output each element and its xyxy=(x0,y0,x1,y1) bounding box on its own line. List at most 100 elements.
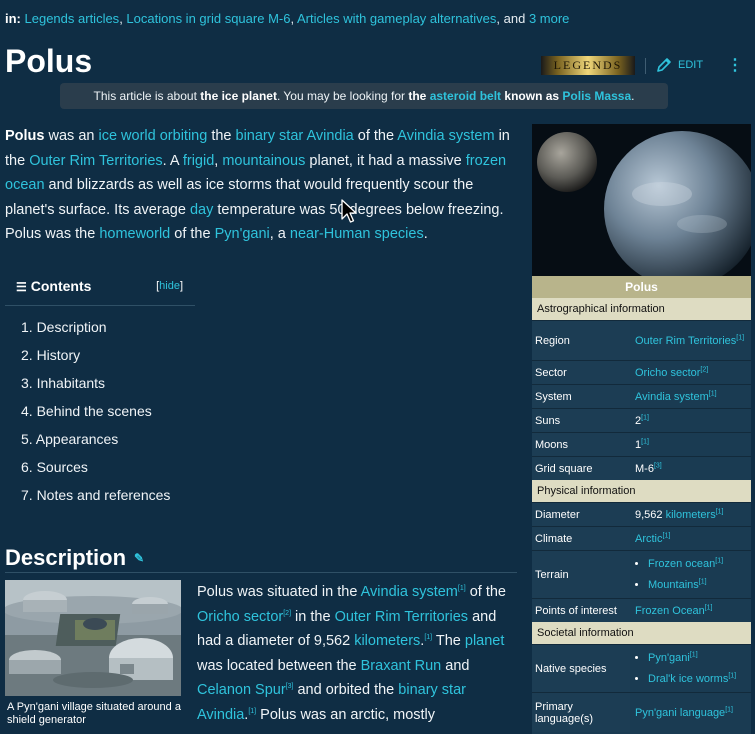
citation-link[interactable]: [1] xyxy=(728,672,736,679)
citation-link[interactable]: [1] xyxy=(715,557,723,564)
planet-artwork xyxy=(532,124,751,276)
infobox-row-value: Frozen Ocean[1] xyxy=(630,599,751,622)
citation-link[interactable]: [1] xyxy=(248,708,256,715)
toc-title: Contents xyxy=(30,278,92,294)
text-run: Polus was an arctic, mostly xyxy=(256,706,436,723)
toc-item-sources[interactable]: 6. Sources xyxy=(21,458,195,486)
citation-link[interactable]: [1] xyxy=(705,604,713,611)
citation-link[interactable]: [1] xyxy=(736,334,744,341)
citation-link[interactable]: [2] xyxy=(283,610,291,617)
hatnote: This article is about the ice planet. Yo… xyxy=(60,83,668,109)
infobox-value-link[interactable]: Frozen ocean xyxy=(648,558,715,570)
infobox-value-list: Pyn'gani[1]Dral'k ice worms[1] xyxy=(635,648,751,690)
article-link[interactable]: homeworld xyxy=(99,226,170,242)
article-link[interactable]: Avindia system xyxy=(397,128,494,144)
article-link[interactable]: Outer Rim Territories xyxy=(29,153,162,169)
hatnote-link-asteroid-belt[interactable]: asteroid belt xyxy=(430,89,501,103)
infobox-list-item: Pyn'gani[1] xyxy=(648,648,751,669)
infobox-row-value: Pyn'gani[1]Dral'k ice worms[1] xyxy=(630,645,751,692)
category-link-grid[interactable]: Locations in grid square M-6 xyxy=(126,11,290,26)
section-edit-pencil-icon[interactable]: ✎ xyxy=(134,551,144,565)
toc-item-behind-the-scenes[interactable]: 4. Behind the scenes xyxy=(21,402,195,430)
article-link[interactable]: near-Human species xyxy=(290,226,424,242)
citation-link[interactable]: [1] xyxy=(716,508,724,515)
article-link[interactable]: binary star xyxy=(236,128,304,144)
infobox-planet-image[interactable] xyxy=(532,124,751,276)
infobox-row-label: Moons xyxy=(532,433,630,456)
infobox-value-list: Frozen ocean[1]Mountains[1] xyxy=(635,554,751,596)
infobox-row-label: System xyxy=(532,385,630,408)
text-run: and orbited the xyxy=(293,682,399,698)
article-link[interactable]: planet xyxy=(465,633,505,649)
article-link[interactable]: Braxant Run xyxy=(361,658,442,674)
infobox-row: Sector Oricho sector[2] xyxy=(532,360,751,384)
article-link[interactable]: ice world xyxy=(98,128,155,144)
citation-link[interactable]: [1] xyxy=(424,634,432,641)
article-link[interactable]: Avindia system xyxy=(361,584,458,600)
text-run: planet, it had a massive xyxy=(305,152,466,169)
infobox-value-link[interactable]: Frozen Ocean xyxy=(635,605,705,617)
infobox-value-link[interactable]: kilometers xyxy=(666,509,716,521)
toc-divider xyxy=(5,305,195,306)
toc-item-history[interactable]: 2. History xyxy=(21,346,195,374)
citation-link[interactable]: [1] xyxy=(641,414,649,421)
citation-link[interactable]: [3] xyxy=(654,462,662,469)
article-link[interactable]: mountainous xyxy=(222,153,305,169)
article-link[interactable]: kilometers xyxy=(354,633,420,649)
article-link[interactable]: Avindia xyxy=(306,128,353,144)
category-link-gameplay[interactable]: Articles with gameplay alternatives xyxy=(297,11,496,26)
citation-link[interactable]: [1] xyxy=(663,532,671,539)
infobox-row-value: 1[1] xyxy=(630,433,751,456)
article-link[interactable]: frigid xyxy=(183,153,214,169)
infobox-value-link[interactable]: Oricho sector xyxy=(635,367,700,379)
citation-link[interactable]: [1] xyxy=(458,585,466,592)
article-link[interactable]: Celanon Spur xyxy=(197,682,286,698)
text-run: of the xyxy=(465,584,506,600)
article-link[interactable]: orbiting xyxy=(160,128,208,144)
infobox-value-link[interactable]: Arctic xyxy=(635,533,663,545)
infobox-value-link[interactable]: Dral'k ice worms xyxy=(648,673,728,685)
infobox-row: TerrainFrozen ocean[1]Mountains[1] xyxy=(532,550,751,598)
edit-button[interactable]: EDIT xyxy=(656,57,703,73)
text-run: in the xyxy=(291,608,335,625)
text-run: . A xyxy=(162,152,183,169)
mouse-cursor-icon xyxy=(341,199,357,223)
toolbar-divider xyxy=(645,58,646,74)
infobox-value-link[interactable]: Mountains xyxy=(648,579,699,591)
infobox-value-link[interactable]: Outer Rim Territories xyxy=(635,335,736,347)
infobox-value-link[interactable]: Avindia system xyxy=(635,391,709,403)
village-thumbnail-image[interactable] xyxy=(5,580,181,696)
bold-term: Polus xyxy=(5,128,45,144)
infobox-value-line: M-6[3] xyxy=(635,461,751,477)
toc-item-description[interactable]: 1. Description xyxy=(21,318,195,346)
category-more-link[interactable]: 3 more xyxy=(529,11,569,26)
text-run: of the xyxy=(170,226,215,242)
citation-link[interactable]: [1] xyxy=(699,578,707,585)
pencil-icon xyxy=(657,58,671,72)
citation-link[interactable]: [1] xyxy=(709,390,717,397)
village-scene xyxy=(5,580,181,696)
article-link[interactable]: Pyn'gani xyxy=(215,226,270,242)
toc-hide-toggle[interactable]: [hide] xyxy=(156,280,183,292)
legends-badge[interactable]: LEGENDS xyxy=(541,56,635,75)
infobox-value-line: Oricho sector[2] xyxy=(635,365,751,381)
toc-item-notes[interactable]: 7. Notes and references xyxy=(21,486,195,514)
category-link-legends[interactable]: Legends articles xyxy=(25,11,120,26)
infobox-value-line: 9,562 kilometers[1] xyxy=(635,507,751,523)
hatnote-link-polis-massa[interactable]: Polis Massa xyxy=(562,89,631,103)
citation-link[interactable]: [1] xyxy=(690,651,698,658)
infobox-row-value: M-6[3] xyxy=(630,457,751,480)
citation-link[interactable]: [2] xyxy=(700,366,708,373)
article-link[interactable]: Oricho sector xyxy=(197,609,283,625)
infobox-value-link[interactable]: Pyn'gani language xyxy=(635,707,725,719)
toc-item-inhabitants[interactable]: 3. Inhabitants xyxy=(21,374,195,402)
thumbnail-caption: A Pyn'gani village situated around a shi… xyxy=(7,701,181,726)
more-options-icon[interactable]: ⋮ xyxy=(727,56,743,76)
infobox-section-header: Astrographical information xyxy=(532,298,751,320)
infobox-value-link[interactable]: Pyn'gani xyxy=(648,652,690,664)
article-link[interactable]: day xyxy=(190,202,213,218)
citation-link[interactable]: [1] xyxy=(641,438,649,445)
toc-item-appearances[interactable]: 5. Appearances xyxy=(21,430,195,458)
citation-link[interactable]: [1] xyxy=(725,706,733,713)
article-link[interactable]: Outer Rim Territories xyxy=(335,609,468,625)
